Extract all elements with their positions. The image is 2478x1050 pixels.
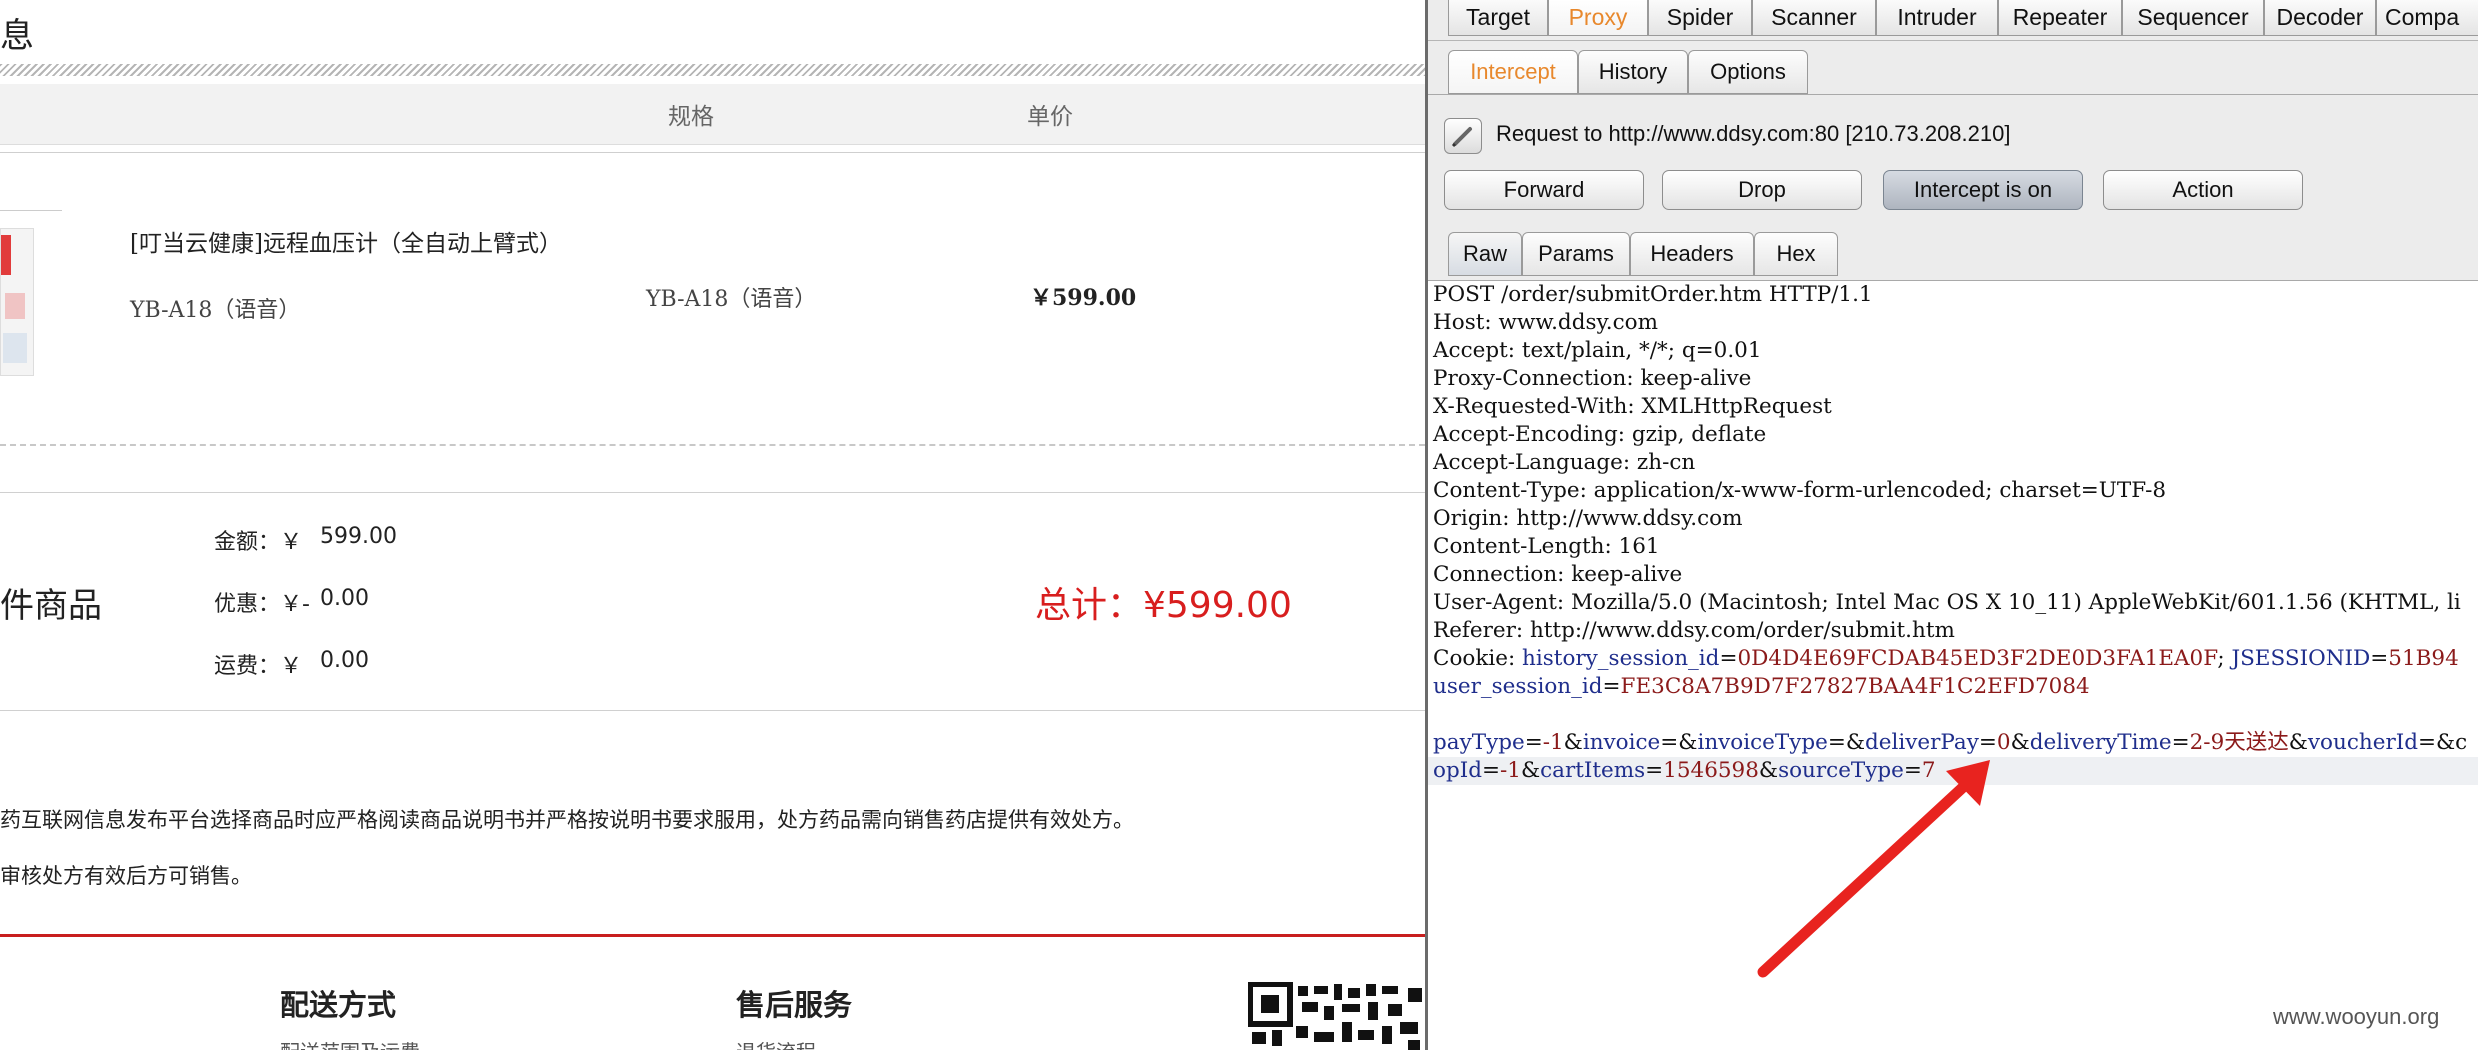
divider: [0, 152, 1425, 153]
shipping-label: 运费：￥: [214, 654, 303, 679]
watermark: www.wooyun.org: [2273, 1004, 2440, 1029]
qr-code-icon: [1248, 982, 1425, 1050]
amount-value: 599.00: [320, 524, 397, 549]
notice-line-1: 药互联网信息发布平台选择商品时应严格阅读商品说明书并严格按说明书要求服用，处方药…: [0, 808, 1134, 832]
product-thumbnail[interactable]: [0, 228, 34, 376]
notice-line-2: 审核处方有效后方可销售。: [0, 864, 252, 888]
section-title: 息: [0, 16, 34, 56]
amount-label: 金额：￥: [214, 530, 303, 555]
footer-red-line: [0, 934, 1425, 937]
footer-delivery-link[interactable]: 配送范围及运费: [280, 1036, 420, 1050]
footer-delivery-title: 配送方式: [280, 988, 397, 1022]
burp-suite-window: Target Proxy Spider Scanner Intruder Rep…: [1425, 0, 2478, 1050]
table-header: 规格 单价: [0, 84, 1425, 145]
discount-value: 0.00: [320, 586, 369, 611]
thumb-frame: [0, 210, 62, 211]
order-page: 息 规格 单价 [叮当云健康]远程血压计（全自动上臂式） YB-A18（语音） …: [0, 0, 1425, 1050]
price-column-header: 单价: [1027, 104, 1073, 130]
product-variant: YB-A18（语音）: [130, 298, 301, 323]
product-spec: YB-A18（语音）: [646, 287, 817, 312]
item-count-label: 件商品: [0, 586, 102, 626]
hatch-divider: [0, 64, 1425, 76]
footer-service-title: 售后服务: [736, 988, 853, 1022]
shipping-value: 0.00: [320, 648, 369, 673]
footer-service-link[interactable]: 退货流程: [736, 1036, 816, 1050]
divider: [0, 710, 1425, 711]
divider: [0, 492, 1425, 493]
annotation-arrow-icon: [1757, 760, 1990, 978]
product-name[interactable]: [叮当云健康]远程血压计（全自动上臂式）: [130, 224, 562, 258]
spec-column-header: 规格: [668, 104, 714, 130]
discount-label: 优惠：￥-: [214, 592, 310, 617]
dashed-divider: [0, 444, 1425, 446]
order-total: 总计：¥599.00: [1035, 585, 1292, 626]
product-price: ￥599.00: [1030, 285, 1137, 311]
